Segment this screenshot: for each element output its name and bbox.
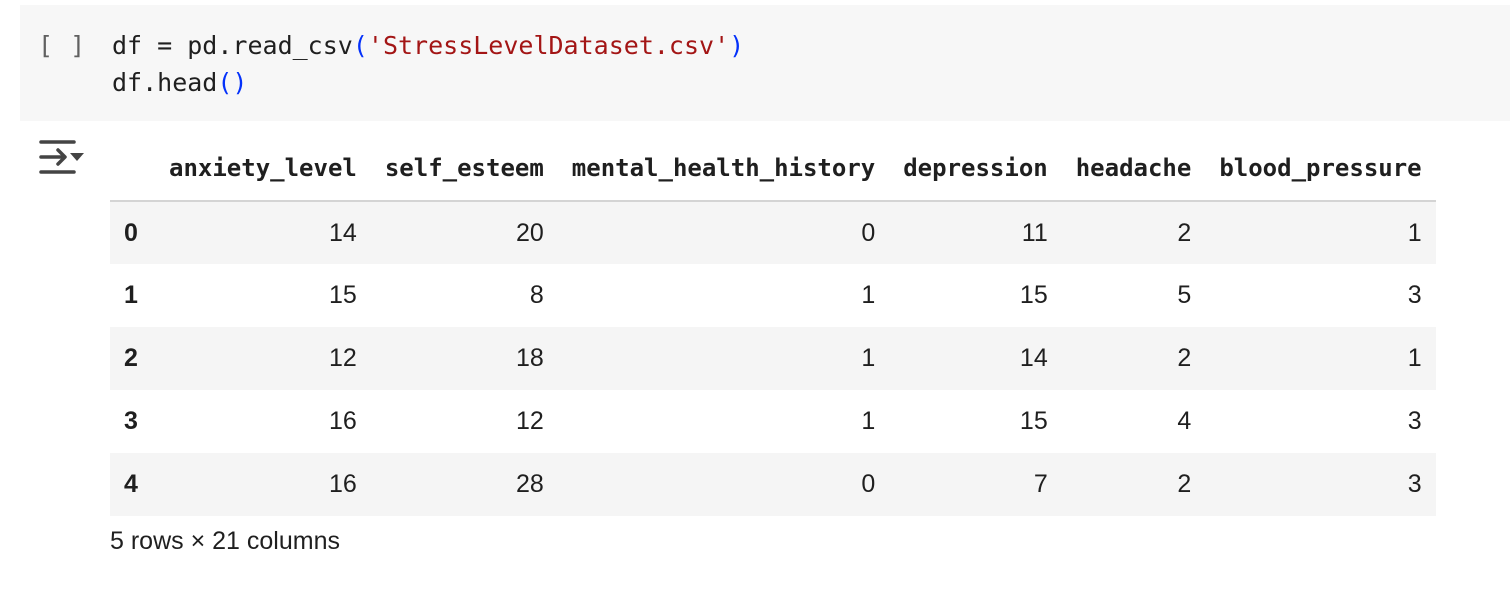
table-cell: 1: [861, 281, 876, 309]
table-cell: 3: [1407, 470, 1422, 498]
code-editor[interactable]: df = pd.read_csv('StressLevelDataset.csv…: [112, 27, 744, 101]
table-cell: 15: [329, 281, 357, 309]
table-cell: 11: [1021, 218, 1048, 247]
table-row: 3 16 12 1 15 4 3: [110, 390, 1436, 453]
table-header-row: anxiety_level self_esteem mental_health_…: [110, 135, 1436, 202]
dataframe-table: anxiety_level self_esteem mental_health_…: [110, 135, 1436, 516]
column-header: mental_health_history: [557, 135, 890, 202]
table-cell: 3: [1407, 281, 1422, 309]
table-cell: 0: [861, 470, 876, 498]
column-header: anxiety_level: [155, 135, 371, 202]
column-header: blood_pressure: [1205, 135, 1436, 202]
code-token: df = pd.read_csv: [112, 31, 353, 60]
index-header: [110, 135, 155, 202]
table-cell: 1: [861, 344, 876, 372]
row-index: 2: [124, 344, 138, 372]
table-cell: 14: [329, 218, 357, 247]
column-header: self_esteem: [370, 135, 558, 202]
row-index: 3: [124, 407, 138, 435]
table-cell: 28: [515, 470, 544, 498]
table-row: 4 16 28 0 7 2 3: [110, 453, 1436, 516]
table-cell: 16: [329, 407, 357, 435]
table-cell: 2: [1177, 470, 1192, 498]
table-cell: 18: [515, 344, 544, 372]
table-cell: 20: [515, 218, 544, 247]
table-cell: 4: [1177, 407, 1192, 435]
code-cell[interactable]: [ ] df = pd.read_csv('StressLevelDataset…: [20, 5, 1510, 121]
column-header: headache: [1061, 135, 1206, 202]
code-paren: ): [729, 31, 745, 60]
table-cell: 12: [329, 344, 357, 372]
table-cell: 1: [1407, 344, 1422, 372]
table-cell: 16: [329, 470, 357, 498]
row-index: 0: [124, 218, 138, 247]
table-cell: 2: [1177, 344, 1192, 372]
table-row: 2 12 18 1 14 2 1: [110, 327, 1436, 390]
table-cell: 1: [1407, 218, 1422, 247]
table-cell: 5: [1177, 281, 1192, 309]
run-cell-button[interactable]: [ ]: [38, 31, 86, 60]
code-line-1: df = pd.read_csv('StressLevelDataset.csv…: [112, 31, 744, 60]
dataframe-output: anxiety_level self_esteem mental_health_…: [110, 135, 1510, 516]
table-cell: 1: [861, 407, 876, 435]
column-header: depression: [889, 135, 1062, 202]
code-line-2: df.head(): [112, 68, 247, 97]
table-cell: 2: [1177, 218, 1192, 247]
code-paren: (: [352, 31, 368, 60]
table-cell: 12: [515, 407, 544, 435]
table-cell: 15: [1019, 281, 1048, 309]
table-cell: 3: [1407, 407, 1422, 435]
code-paren: (: [217, 68, 233, 97]
table-cell: 8: [529, 281, 544, 309]
table-cell: 0: [861, 218, 876, 247]
table-row: 1 15 8 1 15 5 3: [110, 264, 1436, 327]
code-string: 'StressLevelDataset.csv': [367, 31, 730, 60]
output-collapse-icon[interactable]: [38, 138, 86, 176]
row-index: 4: [124, 470, 138, 498]
table-cell: 14: [1019, 344, 1048, 372]
table-row: 0 14 20 0 11 2 1: [110, 201, 1436, 264]
table-cell: 7: [1033, 470, 1048, 498]
row-index: 1: [124, 281, 138, 309]
table-cell: 15: [1019, 407, 1048, 435]
code-token: df.head: [112, 68, 218, 97]
code-paren: ): [232, 68, 248, 97]
dataframe-shape-label: 5 rows × 21 columns: [110, 527, 340, 555]
